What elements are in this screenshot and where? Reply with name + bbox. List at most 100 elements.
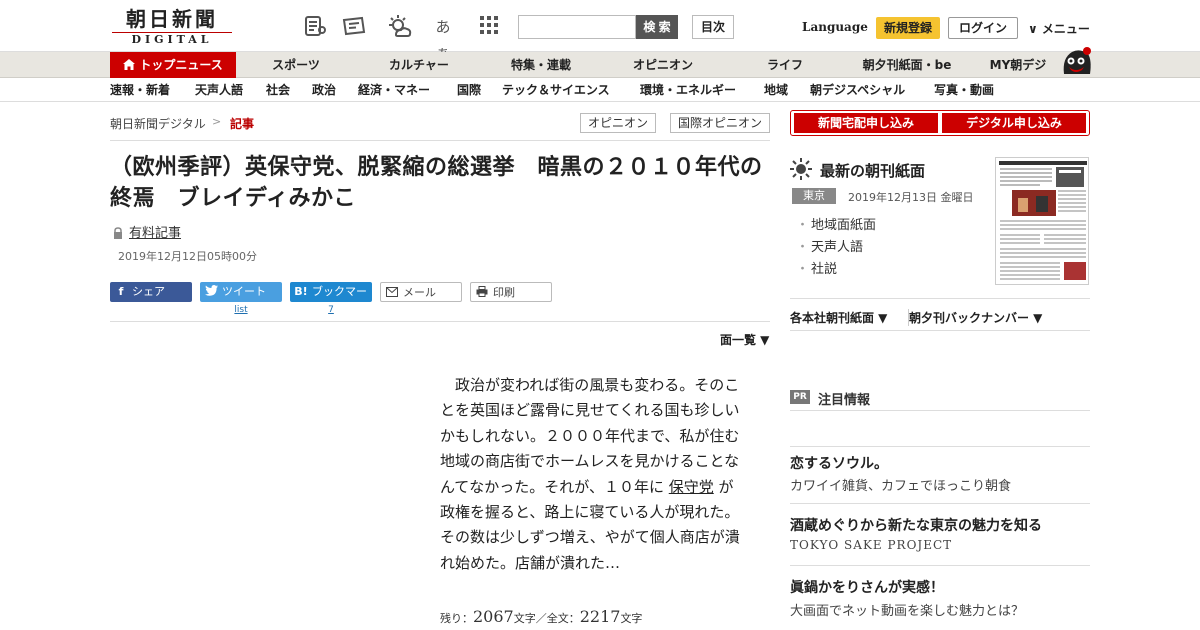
pr-item-headline[interactable]: 眞鍋かをりさんが実感！ xyxy=(790,577,944,597)
tag-intl-opinion[interactable]: 国際オピニオン xyxy=(670,113,770,133)
divider xyxy=(110,321,770,322)
total-count: 2217 xyxy=(579,607,621,626)
subnav-environment[interactable]: 環境・エネルギー xyxy=(640,79,736,101)
nav-my-asadigi[interactable]: MY朝デジ xyxy=(978,52,1058,78)
backnumber-dropdown[interactable]: 朝夕刊バックナンバー ▼ xyxy=(908,309,1042,326)
twitter-share-button[interactable]: ツイート xyxy=(200,282,282,302)
sun-icon xyxy=(790,158,812,180)
paper-date: 2019年12月13日 金曜日 xyxy=(848,191,974,204)
subnav-region[interactable]: 地域 xyxy=(764,79,788,101)
pr-item-headline[interactable]: 酒蔵めぐりから新たな東京の魅力を知る xyxy=(790,515,1042,535)
notebook-icon[interactable] xyxy=(302,14,328,40)
nav-sports[interactable]: スポーツ xyxy=(256,52,336,78)
register-button[interactable]: 新規登録 xyxy=(876,17,940,39)
article-body: 政治が変われば街の風景も変わる。そのことを英国ほど露骨に見せてくれる国も珍しいか… xyxy=(440,373,746,576)
digital-subscribe-button[interactable]: デジタル申し込み xyxy=(942,113,1086,133)
logo-en: DIGITAL xyxy=(112,32,232,46)
primary-nav: トップニュース スポーツ カルチャー 特集・連載 オピニオン ライフ 朝夕刊紙面… xyxy=(0,52,1200,78)
share-label: シェア xyxy=(132,285,165,298)
total-unit: 文字 xyxy=(620,612,643,625)
site-header: 朝日新聞 DIGITAL あぁ 検 索 目次 Language 新規登録 ログイ… xyxy=(0,0,1200,62)
subnav-economy[interactable]: 経済・マネー xyxy=(358,79,430,101)
nav-opinion[interactable]: オピニオン xyxy=(620,52,706,78)
subnav-international[interactable]: 国際 xyxy=(457,79,481,101)
paper-link-regional[interactable]: 地域面紙面 xyxy=(796,214,876,233)
subnav-special[interactable]: 朝デジスペシャル xyxy=(810,79,905,101)
newspaper-thumbnail[interactable] xyxy=(995,157,1089,285)
pr-section-title: 注目情報 xyxy=(818,393,871,408)
remain-unit: 文字／全文： xyxy=(513,612,580,625)
bookmark-count[interactable]: 7 xyxy=(290,305,372,315)
logo-jp: 朝日新聞 xyxy=(126,7,218,31)
divider xyxy=(790,298,1090,299)
breadcrumb-home[interactable]: 朝日新聞デジタル xyxy=(110,115,206,132)
facebook-icon: f xyxy=(118,285,124,298)
publish-date: 2019年12月12日05時00分 xyxy=(118,250,257,263)
nav-label: トップニュース xyxy=(139,58,223,72)
site-logo[interactable]: 朝日新聞 DIGITAL xyxy=(112,8,232,48)
mascot-icon[interactable] xyxy=(1058,44,1092,78)
subnav-society[interactable]: 社会 xyxy=(266,79,290,101)
facebook-share-button[interactable]: f シェア xyxy=(110,282,192,302)
nav-culture[interactable]: カルチャー xyxy=(374,52,464,78)
search-input[interactable] xyxy=(518,15,636,39)
hatena-icon: B! xyxy=(294,285,308,298)
breadcrumb-separator: > xyxy=(212,115,222,128)
font-size-icon[interactable]: あぁ xyxy=(430,14,456,62)
mail-icon xyxy=(381,283,403,303)
paid-article-label[interactable]: 有料記事 xyxy=(129,222,181,241)
divider xyxy=(790,410,1090,411)
mail-label: メール xyxy=(403,286,436,299)
mokuji-button[interactable]: 目次 xyxy=(692,15,734,39)
paper-link-tensei[interactable]: 天声人語 xyxy=(796,236,863,255)
home-icon xyxy=(123,58,139,72)
pr-item-subtitle[interactable]: TOKYO SAKE PROJECT xyxy=(790,538,952,552)
lock-icon xyxy=(112,224,124,239)
tweet-label: ツイート xyxy=(222,285,266,298)
nav-features[interactable]: 特集・連載 xyxy=(498,52,584,78)
nav-top-news[interactable]: トップニュース xyxy=(110,52,236,78)
mail-share-button[interactable]: メール xyxy=(380,282,462,302)
tweet-count[interactable]: list xyxy=(200,305,282,315)
pr-item-subtitle[interactable]: 大画面でネット動画を楽しむ魅力とは？ xyxy=(790,600,1024,619)
breadcrumb-current: 記事 xyxy=(230,117,255,131)
pr-item-headline[interactable]: 恋するソウル。 xyxy=(790,453,888,473)
nav-paper-be[interactable]: 朝夕刊紙面・be xyxy=(852,52,962,78)
divider xyxy=(790,503,1090,504)
menu-button[interactable]: ∨ メニュー xyxy=(1028,20,1090,37)
language-link[interactable]: Language xyxy=(802,20,868,34)
subnav-tech[interactable]: テック＆サイエンス xyxy=(502,79,610,101)
pr-badge: PR xyxy=(790,390,810,404)
weather-icon[interactable] xyxy=(386,14,412,40)
divider xyxy=(110,140,770,141)
newspaper-icon[interactable] xyxy=(342,14,368,40)
pr-item-subtitle[interactable]: カワイイ雑貨、カフェでほっこり朝食 xyxy=(790,475,1011,494)
remain-count: 2067 xyxy=(473,607,514,626)
subnav-breaking[interactable]: 速報・新着 xyxy=(110,79,170,101)
delivery-subscribe-button[interactable]: 新聞宅配申し込み xyxy=(794,113,938,133)
search-button[interactable]: 検 索 xyxy=(636,15,678,39)
nav-life[interactable]: ライフ xyxy=(752,52,818,78)
tag-opinion[interactable]: オピニオン xyxy=(580,113,656,133)
print-label: 印刷 xyxy=(493,286,515,299)
subnav-politics[interactable]: 政治 xyxy=(312,79,336,101)
remaining-chars: 残り：2067文字／全文：2217文字 xyxy=(440,607,642,626)
page-list-dropdown[interactable]: 面一覧 ▼ xyxy=(720,331,769,348)
branch-paper-dropdown[interactable]: 各本社朝刊紙面 ▼ xyxy=(790,309,887,326)
subnav-tensei[interactable]: 天声人語 xyxy=(195,79,243,101)
hatena-bookmark-button[interactable]: B! ブックマーク xyxy=(290,282,372,318)
twitter-icon xyxy=(200,282,222,302)
print-button[interactable]: 印刷 xyxy=(470,282,552,302)
keyword-link[interactable]: 保守党 xyxy=(669,478,714,496)
remain-label: 残り： xyxy=(440,612,473,625)
article-title: （欧州季評）英保守党、脱緊縮の総選挙 暗黒の２０１０年代の終焉 ブレイディみかこ xyxy=(110,155,763,211)
divider xyxy=(790,330,1090,331)
city-badge: 東京 xyxy=(792,188,836,204)
grid-menu-icon[interactable] xyxy=(476,14,502,40)
latest-paper-title[interactable]: 最新の朝刊紙面 xyxy=(820,160,925,181)
secondary-nav: 速報・新着 天声人語 社会 政治 経済・マネー 国際 テック＆サイエンス 環境・… xyxy=(0,79,1200,102)
divider xyxy=(790,446,1090,447)
paper-link-editorial[interactable]: 社説 xyxy=(796,258,837,277)
subnav-photo-video[interactable]: 写真・動画 xyxy=(934,79,994,101)
login-button[interactable]: ログイン xyxy=(948,17,1018,39)
